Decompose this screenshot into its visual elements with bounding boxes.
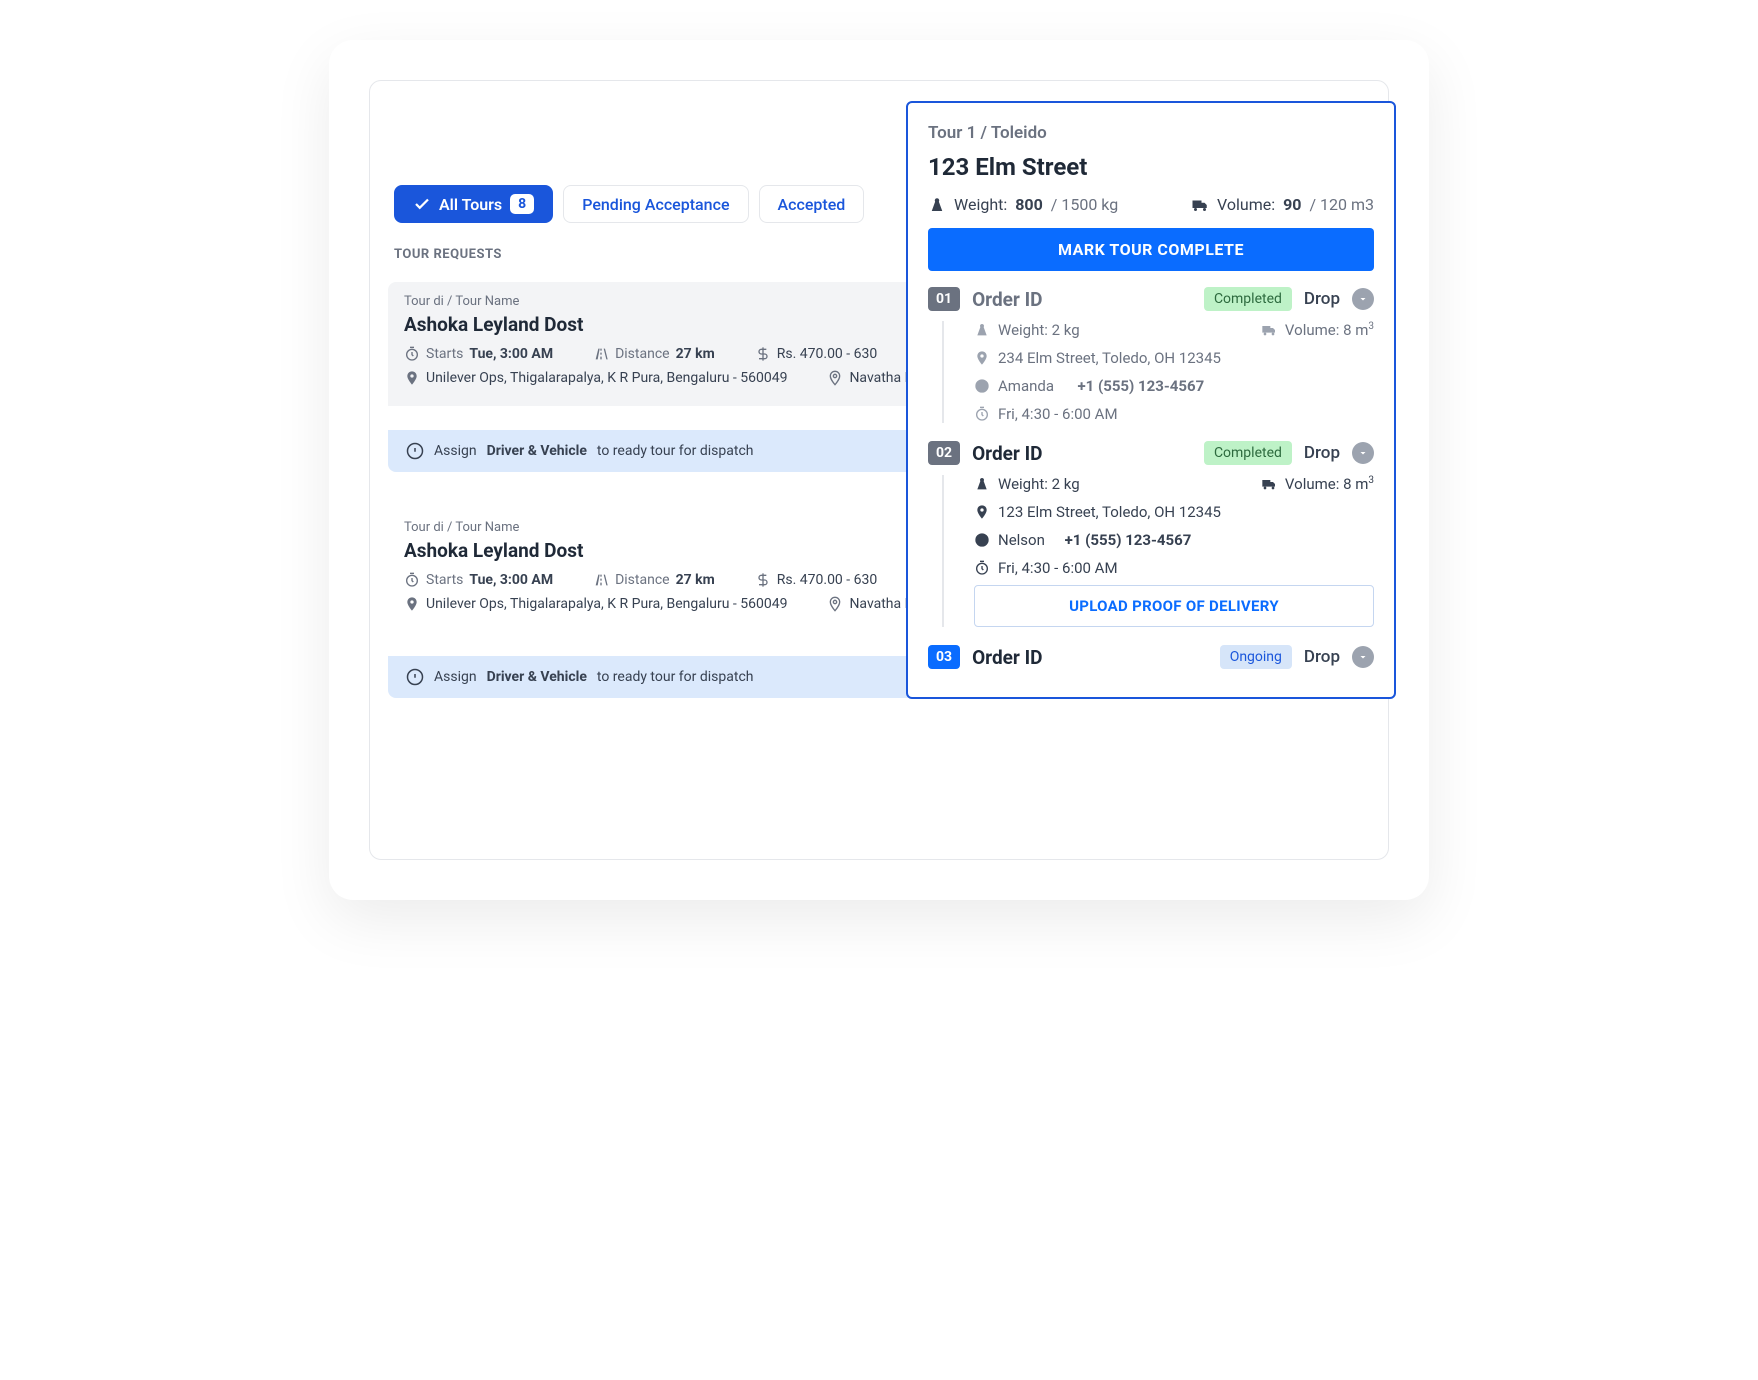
road-icon (593, 346, 609, 362)
clock-icon (404, 572, 420, 588)
drop-label: Drop (1304, 647, 1340, 667)
tab-label: All Tours (439, 195, 502, 214)
order-number: 02 (928, 441, 960, 465)
order-number: 01 (928, 287, 960, 311)
weight-metric: Weight: 800 / 1500 kg (928, 195, 1118, 214)
chevron-down-icon (1357, 651, 1369, 663)
order-header: 01 Order ID Completed Drop (928, 287, 1374, 311)
tab-pending[interactable]: Pending Acceptance (563, 185, 748, 223)
order-number: 03 (928, 645, 960, 669)
truck-icon (1261, 476, 1277, 492)
breadcrumb: Tour 1 / Toleido (928, 123, 1374, 143)
tour-detail-panel: Tour 1 / Toleido 123 Elm Street Weight: … (906, 101, 1396, 699)
main-panel: All Tours 8 Pending Acceptance Accepted … (369, 80, 1389, 860)
info-icon (406, 668, 424, 686)
truck-icon (1191, 196, 1209, 214)
expand-button[interactable] (1352, 646, 1374, 668)
location-icon (974, 350, 990, 366)
tour-starts: Starts Tue, 3:00 AM (404, 572, 553, 588)
status-badge: Completed (1204, 441, 1292, 465)
order-id-label: Order ID (972, 646, 1208, 669)
status-badge: Completed (1204, 287, 1292, 311)
person-icon (974, 532, 990, 548)
expand-button[interactable] (1352, 442, 1374, 464)
tab-count-badge: 8 (510, 194, 534, 214)
tour-distance: Distance 27 km (593, 346, 715, 362)
detail-title: 123 Elm Street (928, 153, 1374, 181)
order-id-label: Order ID (972, 288, 1192, 311)
drop-label: Drop (1304, 289, 1340, 309)
location-outline-icon (827, 596, 843, 612)
upload-proof-button[interactable]: UPLOAD PROOF OF DELIVERY (974, 585, 1374, 627)
weight-icon (928, 196, 946, 214)
road-icon (593, 572, 609, 588)
clock-icon (974, 560, 990, 576)
location-icon (404, 370, 420, 386)
location-icon (404, 596, 420, 612)
order-details: Weight: 2 kg Volume: 8 m3 123 Elm Street… (928, 475, 1374, 627)
metrics-row: Weight: 800 / 1500 kg Volume: 90 / 120 m… (928, 195, 1374, 214)
volume-metric: Volume: 90 / 120 m3 (1191, 195, 1374, 214)
truck-icon (1261, 322, 1277, 338)
expand-button[interactable] (1352, 288, 1374, 310)
clock-icon (404, 346, 420, 362)
drop-label: Drop (1304, 443, 1340, 463)
location-icon (974, 504, 990, 520)
dollar-icon (755, 572, 771, 588)
clock-icon (974, 406, 990, 422)
tab-all-tours[interactable]: All Tours 8 (394, 185, 553, 223)
app-shell: All Tours 8 Pending Acceptance Accepted … (329, 40, 1429, 900)
chevron-down-icon (1357, 447, 1369, 459)
weight-icon (974, 476, 990, 492)
tab-label: Pending Acceptance (582, 195, 729, 214)
order-header: 02 Order ID Completed Drop (928, 441, 1374, 465)
order-id-label: Order ID (972, 442, 1192, 465)
order-header: 03 Order ID Ongoing Drop (928, 645, 1374, 669)
tour-starts: Starts Tue, 3:00 AM (404, 346, 553, 362)
location-outline-icon (827, 370, 843, 386)
tab-label: Accepted (778, 195, 846, 214)
dollar-icon (755, 346, 771, 362)
check-icon (413, 195, 431, 213)
weight-icon (974, 322, 990, 338)
chevron-down-icon (1357, 293, 1369, 305)
person-icon (974, 378, 990, 394)
tab-accepted[interactable]: Accepted (759, 185, 865, 223)
tour-origin: Unilever Ops, Thigalarapalya, K R Pura, … (404, 370, 787, 386)
tour-distance: Distance 27 km (593, 572, 715, 588)
info-icon (406, 442, 424, 460)
tour-origin: Unilever Ops, Thigalarapalya, K R Pura, … (404, 596, 787, 612)
status-badge: Ongoing (1220, 645, 1292, 669)
tour-cost: Rs. 470.00 - 630 (755, 346, 877, 362)
mark-complete-button[interactable]: MARK TOUR COMPLETE (928, 228, 1374, 271)
tour-cost: Rs. 470.00 - 630 (755, 572, 877, 588)
order-details: Weight: 2 kg Volume: 8 m3 234 Elm Street… (928, 321, 1374, 423)
